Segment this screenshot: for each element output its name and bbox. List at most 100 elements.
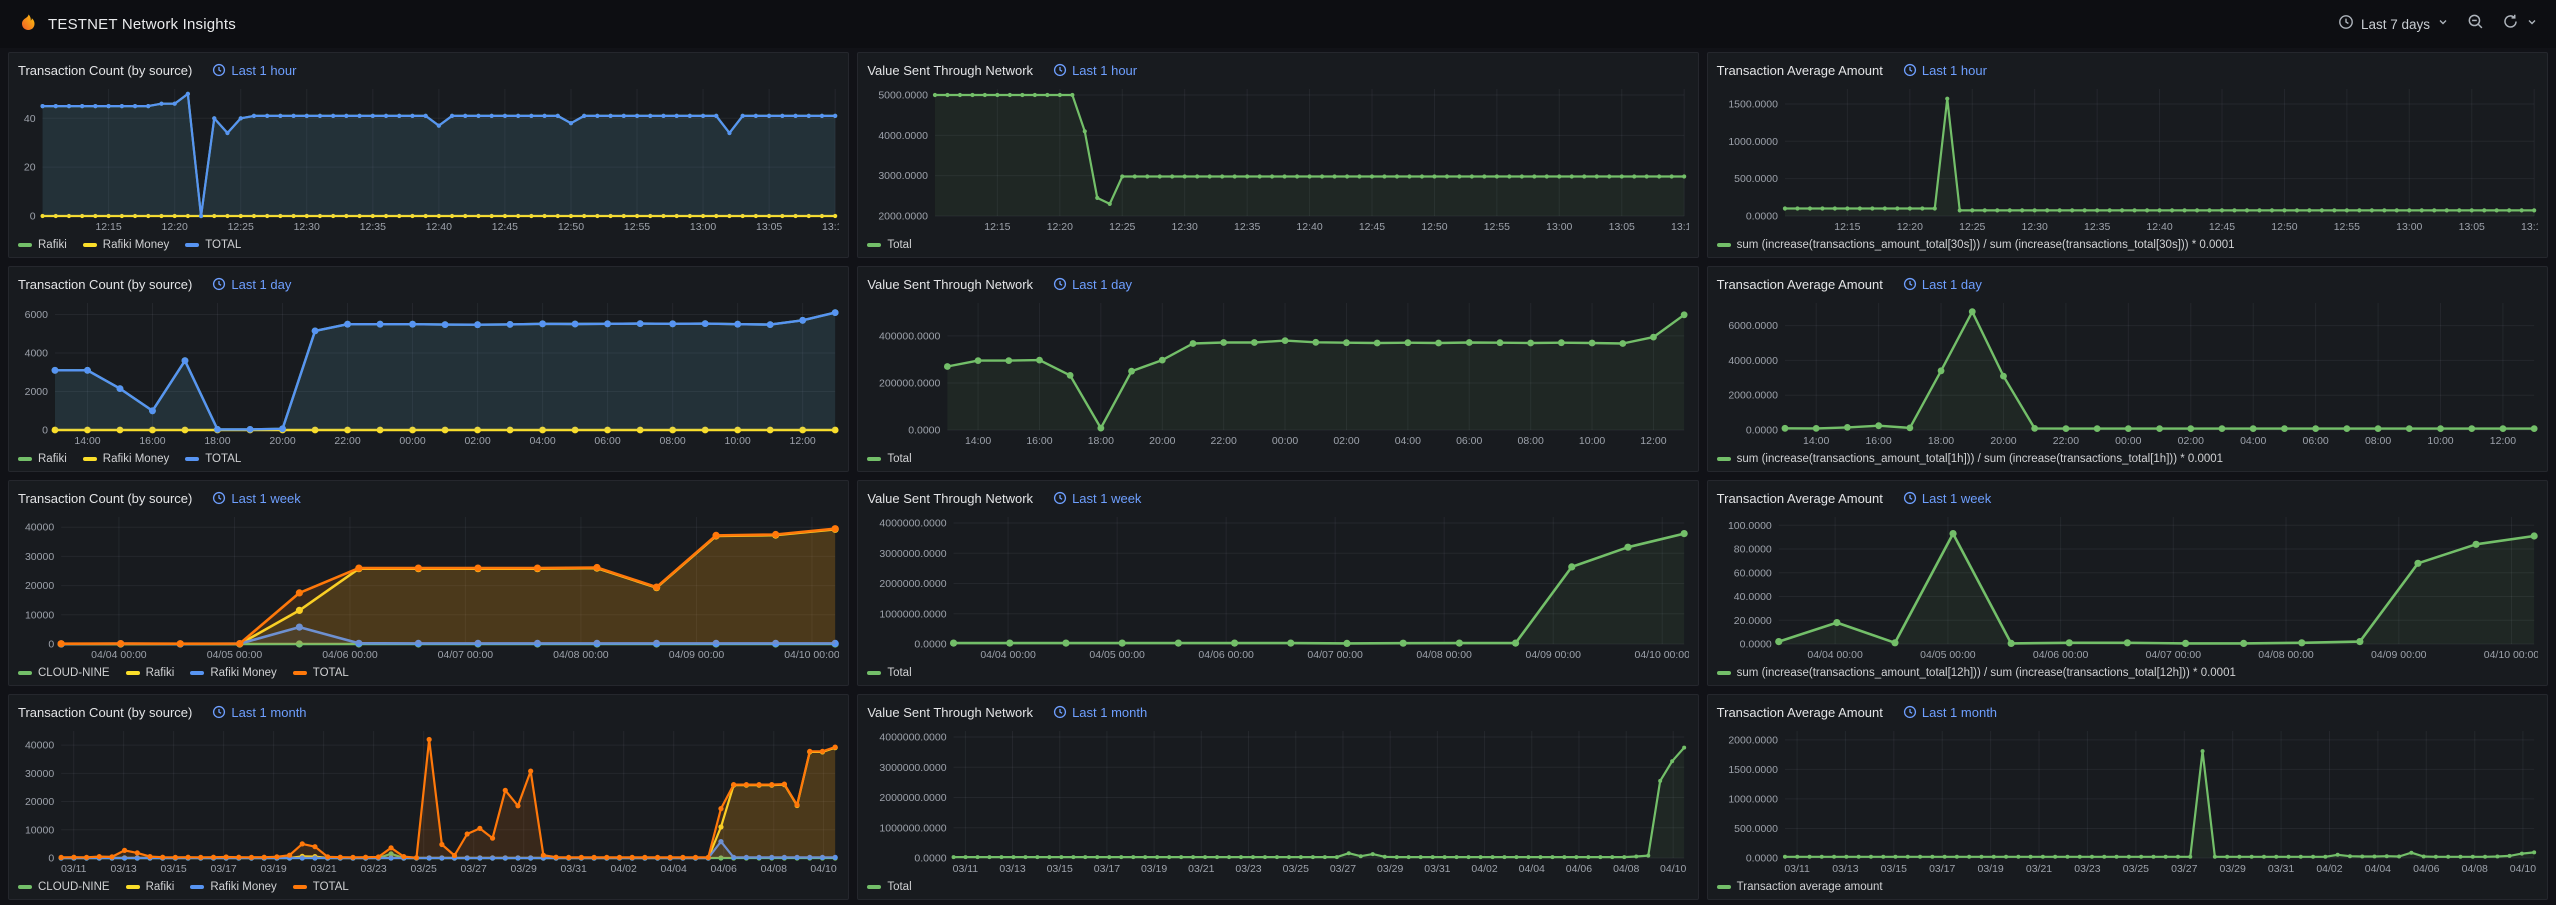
x-axis-label: 06:00: [2302, 435, 2328, 447]
legend-item[interactable]: Rafiki Money: [83, 239, 169, 251]
x-axis-label: 10:00: [2427, 435, 2453, 447]
x-axis-label: 04/10 00:00: [2483, 649, 2538, 661]
legend-swatch: [126, 671, 140, 675]
x-axis-label: 04/10 00:00: [1635, 649, 1689, 661]
legend-item[interactable]: sum (increase(transactions_amount_total[…: [1717, 667, 2236, 679]
y-axis-label: 0: [48, 853, 54, 865]
legend-item[interactable]: TOTAL: [185, 239, 241, 251]
panel-time-link[interactable]: Last 1 week: [1903, 491, 1991, 506]
legend-item[interactable]: Rafiki Money: [190, 881, 276, 893]
refresh-interval-chevron-icon[interactable]: [2526, 15, 2538, 33]
x-axis-label: 13:10: [2521, 221, 2538, 233]
time-range-picker[interactable]: Last 7 days: [2338, 14, 2449, 35]
time-series-chart[interactable]: 12:1512:2012:2512:3012:3512:4012:4512:50…: [1717, 82, 2538, 234]
top-nav: TESTNET Network Insights Last 7 days: [0, 0, 2556, 48]
legend-item[interactable]: sum (increase(transactions_amount_total[…: [1717, 239, 2235, 251]
legend-item[interactable]: Total: [867, 667, 911, 679]
legend-item[interactable]: Total: [867, 881, 911, 893]
panel-vs-1m: Value Sent Through Network Last 1 month …: [857, 694, 1698, 900]
legend-item[interactable]: TOTAL: [293, 881, 349, 893]
x-axis-label: 12:30: [1172, 221, 1198, 233]
panel-legend: sum (increase(transactions_amount_total[…: [1717, 448, 2538, 470]
legend-label: Rafiki: [38, 453, 67, 465]
panel-time-link[interactable]: Last 1 hour: [1903, 63, 1987, 78]
panel-time-link[interactable]: Last 1 day: [1903, 277, 1982, 292]
y-axis-label: 2000000.0000: [880, 578, 947, 590]
dashboard-title[interactable]: TESTNET Network Insights: [48, 16, 236, 33]
panel-time-link[interactable]: Last 1 month: [1053, 705, 1147, 720]
x-axis-label: 08:00: [1518, 435, 1544, 447]
time-series-chart[interactable]: 03/1103/1303/1503/1703/1903/2103/2303/25…: [867, 724, 1688, 876]
gridlines: [1785, 89, 2534, 216]
time-series-chart[interactable]: 14:0016:0018:0020:0022:0000:0002:0004:00…: [18, 296, 839, 448]
panel-time-link-label: Last 1 month: [1922, 705, 1997, 720]
x-axis-label: 04/05 00:00: [1090, 649, 1146, 661]
legend-item[interactable]: Rafiki: [18, 453, 67, 465]
panel-time-link[interactable]: Last 1 hour: [212, 63, 296, 78]
legend-item[interactable]: TOTAL: [293, 667, 349, 679]
x-axis-label: 03/13: [110, 863, 136, 875]
x-axis-label: 03/21: [2026, 863, 2052, 875]
x-axis-label: 04/06 00:00: [2033, 649, 2089, 661]
time-series-chart[interactable]: 04/04 00:0004/05 00:0004/06 00:0004/07 0…: [1717, 510, 2538, 662]
time-series-chart[interactable]: 12:1512:2012:2512:3012:3512:4012:4512:50…: [867, 82, 1688, 234]
panel-time-link[interactable]: Last 1 week: [1053, 491, 1141, 506]
panel-time-link[interactable]: Last 1 hour: [1053, 63, 1137, 78]
legend-item[interactable]: Rafiki Money: [190, 667, 276, 679]
legend-item[interactable]: Total: [867, 239, 911, 251]
legend-item[interactable]: TOTAL: [185, 453, 241, 465]
y-axis-label: 0.0000: [1745, 425, 1777, 437]
y-axis-label: 3000.0000: [879, 170, 929, 182]
time-series-chart[interactable]: 04/04 00:0004/05 00:0004/06 00:0004/07 0…: [18, 510, 839, 662]
x-axis-label: 02:00: [1334, 435, 1360, 447]
legend-item[interactable]: Total: [867, 453, 911, 465]
panel-header: Value Sent Through Network Last 1 week: [867, 486, 1688, 510]
legend-item[interactable]: sum (increase(transactions_amount_total[…: [1717, 453, 2223, 465]
x-axis-label: 03/11: [61, 863, 87, 875]
panel-time-link[interactable]: Last 1 day: [212, 277, 291, 292]
time-series-chart[interactable]: 03/1103/1303/1503/1703/1903/2103/2303/25…: [1717, 724, 2538, 876]
time-series-chart[interactable]: 04/04 00:0004/05 00:0004/06 00:0004/07 0…: [867, 510, 1688, 662]
grafana-logo[interactable]: [18, 12, 38, 37]
legend-swatch: [1717, 457, 1731, 461]
y-axis-label: 40000: [25, 740, 54, 752]
clock-icon: [2338, 14, 2354, 35]
x-axis-label: 12:45: [492, 221, 518, 233]
panel-title: Transaction Average Amount: [1717, 491, 1883, 506]
x-axis-label: 03/25: [411, 863, 437, 875]
refresh-button[interactable]: [2502, 13, 2519, 35]
x-axis-label: 20:00: [1149, 435, 1175, 447]
x-axis-label: 04/04: [2364, 863, 2390, 875]
panel-header: Transaction Average Amount Last 1 hour: [1717, 58, 2538, 82]
legend-item[interactable]: CLOUD-NINE: [18, 667, 110, 679]
legend-item[interactable]: Rafiki: [126, 667, 175, 679]
legend-swatch: [1717, 885, 1731, 889]
legend-item[interactable]: Transaction average amount: [1717, 881, 1883, 893]
x-axis-label: 04/06 00:00: [1199, 649, 1255, 661]
x-axis-label: 12:15: [95, 221, 121, 233]
time-series-chart[interactable]: 03/1103/1303/1503/1703/1903/2103/2303/25…: [18, 724, 839, 876]
legend-item[interactable]: Rafiki: [126, 881, 175, 893]
panel-legend: Total: [867, 876, 1688, 898]
zoom-out-button[interactable]: [2467, 13, 2484, 35]
time-series-chart[interactable]: 12:1512:2012:2512:3012:3512:4012:4512:50…: [18, 82, 839, 234]
time-series-chart[interactable]: 14:0016:0018:0020:0022:0000:0002:0004:00…: [867, 296, 1688, 448]
panel-time-link[interactable]: Last 1 day: [1053, 277, 1132, 292]
time-series-chart[interactable]: 14:0016:0018:0020:0022:0000:0002:0004:00…: [1717, 296, 2538, 448]
series-transaction-average-amount: [1783, 749, 2536, 859]
panel-time-link[interactable]: Last 1 month: [212, 705, 306, 720]
x-axis-label: 04/10: [1660, 863, 1686, 875]
y-axis-label: 2000.0000: [1728, 734, 1778, 746]
x-axis-label: 13:05: [1609, 221, 1635, 233]
x-axis-label: 04/10: [810, 863, 836, 875]
legend-item[interactable]: CLOUD-NINE: [18, 881, 110, 893]
x-axis-label: 12:40: [2146, 221, 2172, 233]
panel-time-link[interactable]: Last 1 week: [212, 491, 300, 506]
legend-item[interactable]: Rafiki: [18, 239, 67, 251]
x-axis-label: 03/23: [360, 863, 386, 875]
panel-time-link[interactable]: Last 1 month: [1903, 705, 1997, 720]
legend-swatch: [185, 457, 199, 461]
legend-item[interactable]: Rafiki Money: [83, 453, 169, 465]
series-total: [944, 311, 1688, 431]
panel-time-link-label: Last 1 day: [1922, 277, 1982, 292]
